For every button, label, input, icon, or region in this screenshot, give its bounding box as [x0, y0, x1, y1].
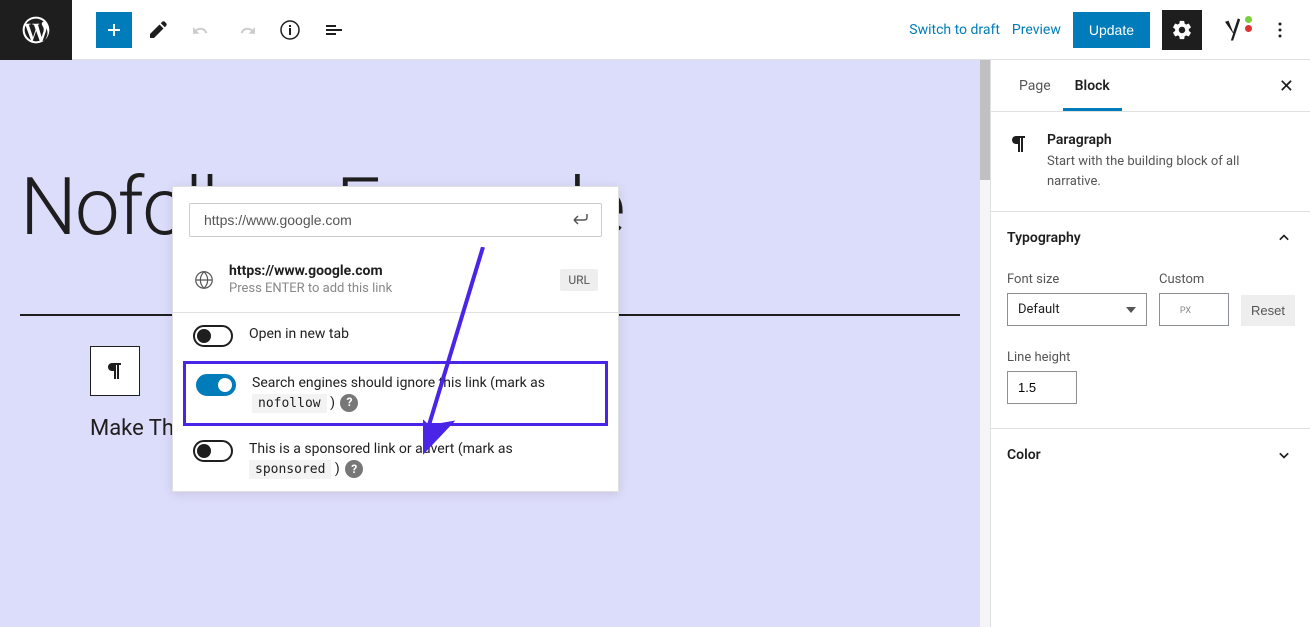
- preview-link[interactable]: Preview: [1012, 22, 1061, 38]
- outline-button[interactable]: [316, 12, 352, 48]
- canvas-scrollbar[interactable]: [980, 60, 990, 627]
- open-new-tab-row: Open in new tab: [173, 313, 618, 359]
- help-icon[interactable]: ?: [345, 460, 363, 478]
- wp-logo[interactable]: [0, 0, 72, 60]
- edit-tool-button[interactable]: [140, 12, 176, 48]
- chevron-up-icon: [1274, 228, 1294, 248]
- px-unit: PX: [1180, 306, 1191, 316]
- more-options-button[interactable]: [1262, 12, 1298, 48]
- sidebar-tabs: Page Block ✕: [991, 60, 1310, 112]
- font-size-label: Font size: [1007, 272, 1147, 287]
- line-height-input[interactable]: [1007, 371, 1077, 404]
- font-size-select[interactable]: Default: [1007, 293, 1147, 326]
- yoast-button[interactable]: [1214, 12, 1250, 48]
- update-button[interactable]: Update: [1073, 12, 1150, 48]
- block-info: Paragraph Start with the building block …: [991, 112, 1310, 211]
- sponsored-label: This is a sponsored link or advert (mark…: [249, 440, 598, 479]
- typography-panel: Typography Font size Default Custom PX: [991, 211, 1310, 428]
- chevron-down-icon: [1274, 445, 1294, 465]
- editor-canvas[interactable]: Nofollow Example Make This Nofollow http…: [0, 60, 980, 627]
- custom-font-size-input[interactable]: [1159, 293, 1229, 326]
- undo-button[interactable]: [184, 12, 220, 48]
- top-toolbar: Switch to draft Preview Update: [0, 0, 1310, 60]
- color-panel: Color: [991, 428, 1310, 481]
- url-input-container: [189, 203, 602, 237]
- submit-icon[interactable]: [569, 208, 593, 232]
- info-button[interactable]: [272, 12, 308, 48]
- reset-button[interactable]: Reset: [1241, 295, 1295, 326]
- globe-icon: [193, 269, 215, 291]
- redo-button[interactable]: [228, 12, 264, 48]
- nofollow-label: Search engines should ignore this link (…: [252, 374, 595, 413]
- url-suggestion-title: https://www.google.com: [229, 263, 546, 279]
- url-suggestion-subtitle: Press ENTER to add this link: [229, 281, 546, 296]
- url-type-badge: URL: [560, 269, 598, 291]
- paragraph-block-icon[interactable]: [90, 346, 140, 396]
- color-panel-header[interactable]: Color: [991, 429, 1310, 481]
- link-popover: https://www.google.com Press ENTER to ad…: [172, 186, 619, 492]
- settings-button[interactable]: [1162, 10, 1202, 50]
- block-description: Start with the building block of all nar…: [1047, 152, 1294, 191]
- url-input[interactable]: [204, 212, 569, 228]
- nofollow-toggle[interactable]: [196, 374, 236, 396]
- nofollow-highlight: Search engines should ignore this link (…: [183, 361, 608, 426]
- paragraph-icon: [1007, 132, 1031, 191]
- close-sidebar-button[interactable]: ✕: [1279, 76, 1294, 97]
- help-icon[interactable]: ?: [340, 394, 358, 412]
- sponsored-toggle[interactable]: [193, 440, 233, 462]
- sponsored-row: This is a sponsored link or advert (mark…: [173, 428, 618, 491]
- settings-sidebar: Page Block ✕ Paragraph Start with the bu…: [990, 60, 1310, 627]
- switch-to-draft-link[interactable]: Switch to draft: [909, 22, 1000, 38]
- custom-label: Custom: [1159, 272, 1229, 287]
- block-name: Paragraph: [1047, 132, 1294, 148]
- tab-page[interactable]: Page: [1007, 60, 1063, 111]
- open-new-tab-toggle[interactable]: [193, 325, 233, 347]
- typography-panel-header[interactable]: Typography: [991, 212, 1310, 264]
- open-new-tab-label: Open in new tab: [249, 325, 349, 345]
- tab-block[interactable]: Block: [1063, 60, 1122, 111]
- line-height-label: Line height: [1007, 350, 1294, 365]
- add-block-button[interactable]: [96, 12, 132, 48]
- url-suggestion[interactable]: https://www.google.com Press ENTER to ad…: [173, 253, 618, 312]
